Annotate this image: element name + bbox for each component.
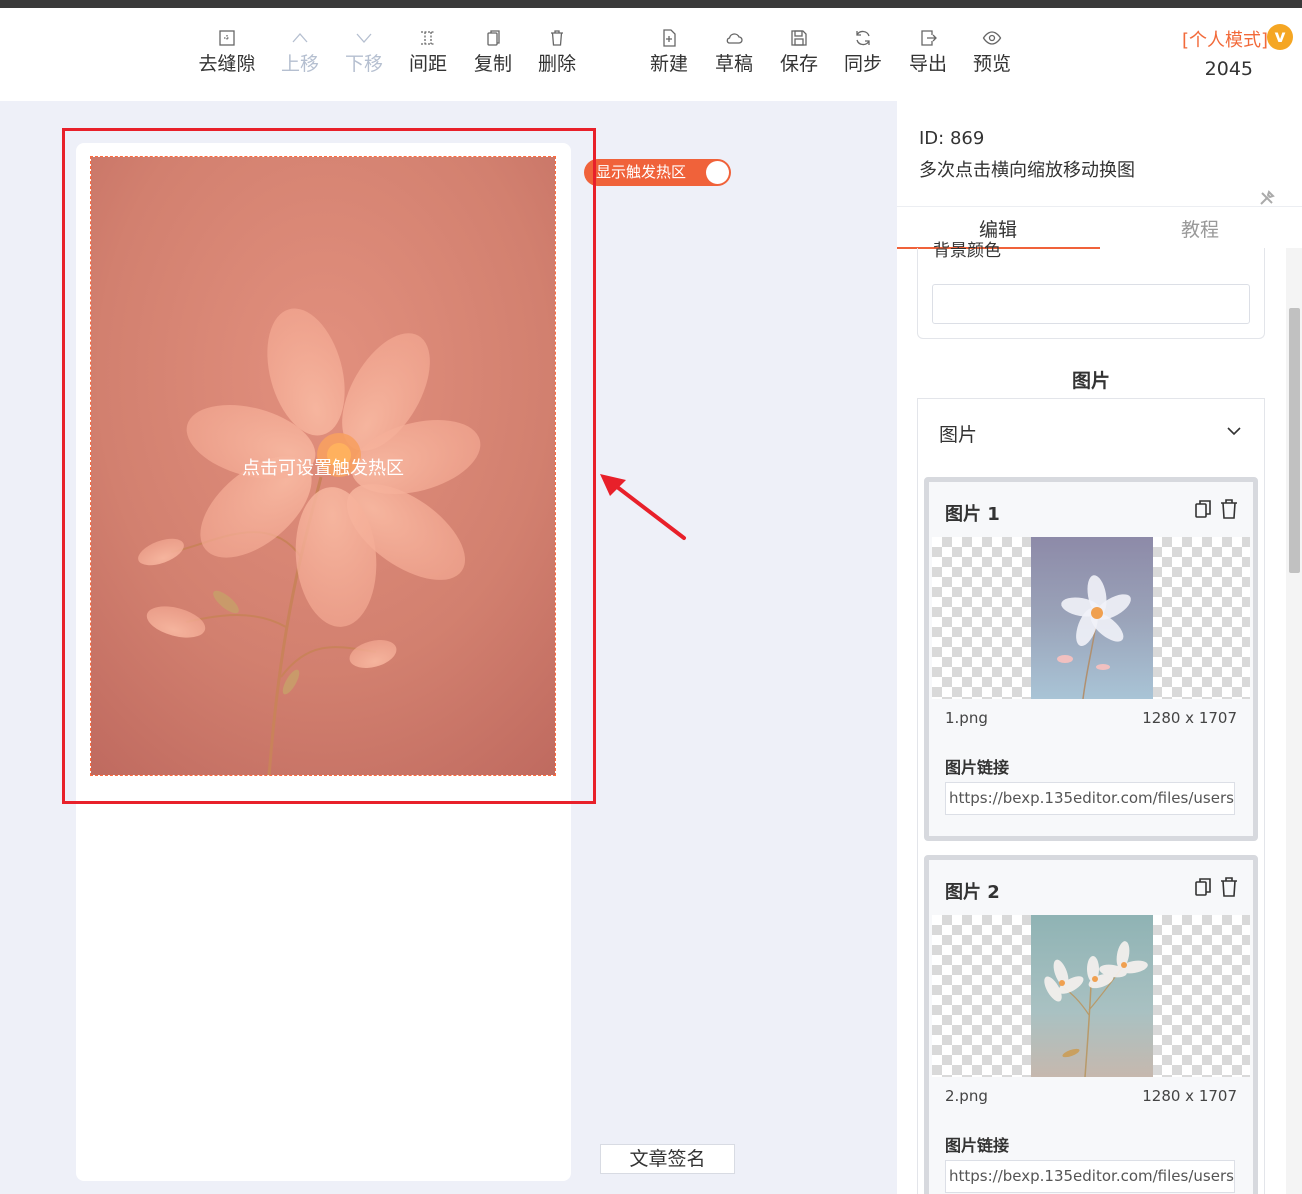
sync-button[interactable]: 同步: [831, 28, 895, 75]
counter-value: 2045: [1204, 58, 1253, 80]
image-link-input[interactable]: https://bexp.135editor.com/files/users/0…: [945, 782, 1235, 815]
spacing-button[interactable]: 间距: [396, 28, 460, 75]
properties-panel: ID: 869 多次点击横向缩放移动换图 编辑 教程 背景颜色 图片 图片 图片…: [897, 101, 1302, 1194]
personal-mode-link[interactable]: [个人模式]: [1182, 26, 1268, 52]
scrollbar-thumb[interactable]: [1289, 308, 1300, 573]
new-file-icon: [659, 28, 679, 48]
copy-button[interactable]: 复制: [461, 28, 525, 75]
preview-button[interactable]: 预览: [960, 28, 1024, 75]
cloud-icon: [724, 28, 744, 48]
image-dimensions: 1280 x 1707: [1142, 1087, 1237, 1105]
tools-icon[interactable]: [1258, 189, 1276, 207]
delete-button[interactable]: 删除: [525, 28, 589, 75]
copy-icon[interactable]: [1193, 498, 1213, 520]
toggle-label: 显示触发热区: [596, 163, 687, 181]
image-link-label: 图片链接: [945, 1136, 1010, 1155]
trash-icon[interactable]: [1219, 498, 1239, 520]
image-preview: [932, 537, 1250, 699]
image-filename: 2.png: [945, 1087, 988, 1105]
article-signature-button[interactable]: 文章签名: [600, 1144, 735, 1174]
trash-icon: [547, 28, 567, 48]
window-top-strip: [0, 0, 1302, 8]
images-accordion-header[interactable]: 图片: [918, 399, 1264, 463]
save-button[interactable]: 保存: [767, 28, 831, 75]
accordion-title: 图片: [939, 424, 978, 446]
copy-icon[interactable]: [1193, 876, 1213, 898]
background-color-group: 背景颜色: [917, 241, 1265, 339]
chevron-up-icon: [290, 28, 310, 48]
move-down-button[interactable]: 下移: [332, 28, 396, 75]
image-link-label: 图片链接: [945, 758, 1010, 777]
background-color-input[interactable]: [932, 284, 1250, 324]
toolbar: 去缝隙 上移 下移 间距 复制 删除 新建 草稿 保存 同步 导出 预览 [个人…: [0, 8, 1302, 101]
image-filename: 1.png: [945, 709, 988, 727]
show-hotspot-toggle[interactable]: 显示触发热区: [584, 159, 731, 186]
new-button[interactable]: 新建: [637, 28, 701, 75]
toggle-knob: [706, 161, 729, 184]
annotation-arrow-icon: [600, 474, 686, 540]
background-color-label: 背景颜色: [933, 241, 1001, 261]
image-card-title: 图片 1: [945, 504, 1000, 525]
image-card: 图片 2 2.png 1280 x 1707 图片链接 https://bexp…: [924, 855, 1258, 1194]
panel-scrollbar[interactable]: [1286, 248, 1302, 1194]
images-accordion: 图片 图片 1 1.png 1280 x 1707 图片链接 https://b…: [917, 398, 1265, 1194]
chevron-down-icon: [354, 28, 374, 48]
vip-badge-icon: v: [1267, 24, 1293, 50]
remove-gap-button[interactable]: 去缝隙: [195, 28, 259, 75]
save-icon: [789, 28, 809, 48]
gap-icon: [217, 28, 237, 48]
thumbnail-image: [1031, 915, 1153, 1077]
highlight-box: [62, 128, 596, 804]
image-card-title: 图片 2: [945, 882, 1000, 903]
template-title: 多次点击横向缩放移动换图: [919, 160, 1135, 181]
trash-icon[interactable]: [1219, 876, 1239, 898]
move-up-button[interactable]: 上移: [268, 28, 332, 75]
chevron-down-icon: [1227, 427, 1241, 436]
export-icon: [918, 28, 938, 48]
eye-icon: [982, 28, 1002, 48]
spacing-icon: [418, 28, 438, 48]
tab-tutorial[interactable]: 教程: [1099, 215, 1301, 242]
image-link-input[interactable]: https://bexp.135editor.com/files/users/0…: [945, 1160, 1235, 1193]
sync-icon: [853, 28, 873, 48]
copy-icon: [483, 28, 503, 48]
template-id: ID: 869: [919, 128, 985, 149]
image-dimensions: 1280 x 1707: [1142, 709, 1237, 727]
image-preview: [932, 915, 1250, 1077]
images-section-title: 图片: [1071, 370, 1110, 392]
draft-button[interactable]: 草稿: [702, 28, 766, 75]
thumbnail-image: [1031, 537, 1153, 699]
export-button[interactable]: 导出: [896, 28, 960, 75]
image-card: 图片 1 1.png 1280 x 1707 图片链接 https://bexp…: [924, 477, 1258, 841]
